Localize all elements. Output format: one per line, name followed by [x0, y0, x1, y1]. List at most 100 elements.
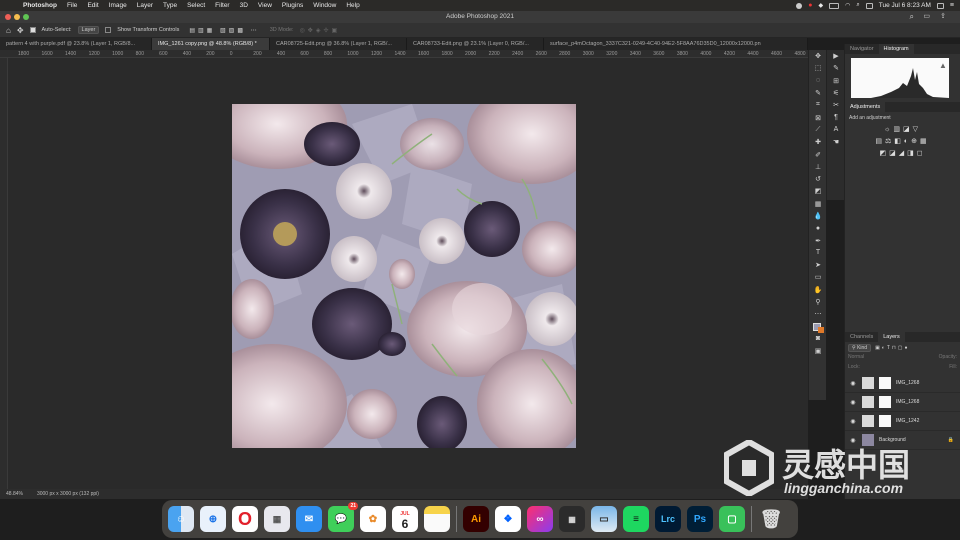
properties-icon[interactable]: ⚟ [827, 87, 845, 99]
layer-name[interactable]: IMG_1242 [896, 418, 919, 424]
align-icons[interactable]: ▤▥▦ ▧▨▩ ⋯ [189, 27, 259, 34]
menu-select[interactable]: Select [182, 2, 210, 9]
tab-document[interactable]: pattern 4 with purple.pdf @ 23.8% (Layer… [0, 38, 152, 50]
wifi-icon[interactable]: ◠ [845, 2, 850, 9]
dropbox-icon[interactable]: ❖ [495, 506, 521, 532]
layer-kind-filter[interactable]: ⚲ Kind [848, 344, 872, 352]
menu-image[interactable]: Image [104, 2, 132, 9]
play-icon[interactable]: ▶ [827, 50, 845, 62]
document-canvas[interactable] [232, 104, 576, 448]
menu-3d[interactable]: 3D [235, 2, 253, 9]
menu-plugins[interactable]: Plugins [277, 2, 308, 9]
eraser-tool-icon[interactable]: ◩ [809, 185, 827, 197]
mail-icon[interactable]: ✉ [296, 506, 322, 532]
zoom-tool-icon[interactable]: ⚲ [809, 296, 827, 308]
rectangle-tool-icon[interactable]: ▭ [809, 271, 827, 283]
more-tools-icon[interactable]: ⋯ [809, 308, 827, 320]
clone-stamp-tool-icon[interactable]: ⊥ [809, 161, 827, 173]
layer-mask-thumbnail[interactable] [879, 377, 891, 389]
dodge-tool-icon[interactable]: ● [809, 222, 827, 234]
menu-view[interactable]: View [253, 2, 277, 9]
tab-channels[interactable]: Channels [845, 332, 878, 342]
facetime-icon[interactable]: ▢ [719, 506, 745, 532]
menu-type[interactable]: Type [158, 2, 182, 9]
eye-icon[interactable]: ◉ [849, 399, 857, 406]
move-tool-icon[interactable]: ✥ [809, 50, 827, 62]
share-icon[interactable]: ⇪ [940, 11, 946, 23]
show-transform-checkbox[interactable] [105, 27, 112, 33]
creative-cloud-status-icon[interactable]: ● [808, 2, 812, 9]
layer-name[interactable]: IMG_1268 [896, 399, 919, 405]
workspace-icon[interactable]: ▭ [923, 11, 930, 23]
path-selection-tool-icon[interactable]: ➤ [809, 259, 827, 271]
battery-icon[interactable] [829, 2, 840, 9]
safari-icon[interactable]: ⊕ [200, 506, 226, 532]
quick-mask-icon[interactable]: ◙ [809, 333, 827, 345]
menu-window[interactable]: Window [308, 2, 341, 9]
lightroom-icon[interactable]: Lrc [655, 506, 681, 532]
menu-help[interactable]: Help [341, 2, 364, 9]
adjustment-icons-row-1[interactable]: ☼▥◪▽ [849, 125, 956, 133]
display-icon[interactable] [936, 2, 944, 9]
ruler-vertical[interactable] [0, 58, 8, 489]
paragraph-icon[interactable]: ¶ [827, 111, 845, 123]
eyedropper-tool-icon[interactable]: ⟋ [809, 124, 827, 136]
fill-label[interactable]: Fill: [949, 364, 957, 374]
frame-tool-icon[interactable]: ⊠ [809, 111, 827, 123]
menu-list-icon[interactable]: ≡ [950, 2, 954, 9]
tab-document[interactable]: CAR08733-Edit.png @ 23.1% (Layer 0, RGB/… [407, 38, 544, 50]
hand-tool-icon[interactable]: ✋ [809, 284, 827, 296]
close-window-button[interactable] [5, 14, 11, 20]
layer-row[interactable]: ◉ IMG_1242 [845, 412, 960, 431]
tab-document[interactable]: surface_p4mOctagon_3337C321-0249-4C40-94… [544, 38, 808, 50]
history-brush-tool-icon[interactable]: ↺ [809, 173, 827, 185]
maximize-window-button[interactable] [23, 14, 29, 20]
glyphs-icon[interactable]: ✂ [827, 99, 845, 111]
layer-row[interactable]: ◉ IMG_1268 [845, 374, 960, 393]
status-icon[interactable] [796, 2, 803, 9]
move-tool-icon[interactable]: ✥ [17, 26, 24, 35]
layer-row[interactable]: ◉ IMG_1268 [845, 393, 960, 412]
zoom-level[interactable]: 48.84% [6, 491, 23, 497]
dropbox-status-icon[interactable]: ◆ [819, 2, 824, 9]
tab-adjustments[interactable]: Adjustments [845, 102, 886, 112]
blend-mode[interactable]: Normal [848, 354, 864, 364]
opacity-label[interactable]: Opacity: [939, 354, 957, 364]
menu-edit[interactable]: Edit [82, 2, 103, 9]
tab-navigator[interactable]: Navigator [845, 44, 879, 54]
crop-tool-icon[interactable]: ⌗ [809, 99, 827, 111]
artboard-tool-icon[interactable]: ⬚ [809, 62, 827, 74]
spotify-icon[interactable]: ≡ [623, 506, 649, 532]
gradient-tool-icon[interactable]: ▦ [809, 198, 827, 210]
layer-name[interactable]: IMG_1268 [896, 380, 919, 386]
quick-select-tool-icon[interactable]: ✎ [809, 87, 827, 99]
minimize-window-button[interactable] [14, 14, 20, 20]
lock-label[interactable]: Lock: [848, 364, 860, 374]
tab-document[interactable]: CAR08725-Edit.png @ 36.8% (Layer 1, RGB/… [270, 38, 407, 50]
adjustment-icons-row-3[interactable]: ◩◪◢◨◻ [849, 149, 956, 157]
blur-tool-icon[interactable]: 💧 [809, 210, 827, 222]
brush-settings-icon[interactable]: ✎ [827, 62, 845, 74]
menu-layer[interactable]: Layer [132, 2, 158, 9]
photos-icon[interactable]: ✿ [360, 506, 386, 532]
healing-brush-tool-icon[interactable]: ✚ [809, 136, 827, 148]
photoshop-icon[interactable]: Ps [687, 506, 713, 532]
menu-filter[interactable]: Filter [210, 2, 234, 9]
brush-tool-icon[interactable]: ✐ [809, 148, 827, 160]
opera-icon[interactable]: O [232, 506, 258, 532]
screen-mode-icon[interactable]: ▣ [809, 345, 827, 357]
search-icon[interactable]: ⌕ [910, 11, 914, 23]
creative-cloud-icon[interactable]: ∞ [527, 506, 553, 532]
notes-icon[interactable] [424, 506, 450, 532]
preview-icon[interactable]: ▭ [591, 506, 617, 532]
lasso-tool-icon[interactable]: ◌ [809, 75, 827, 87]
tab-layers[interactable]: Layers [878, 332, 905, 342]
layer-filter-icons[interactable]: ▣◐T⊓▢● [875, 345, 909, 351]
color-swatches-icon[interactable] [809, 321, 827, 333]
calculator-icon[interactable]: ▦ [559, 506, 585, 532]
search-icon[interactable]: ⌕ [856, 2, 859, 9]
menu-app-photoshop[interactable]: Photoshop [18, 2, 62, 9]
calendar-icon[interactable]: JUL 6 [392, 506, 418, 532]
libraries-icon[interactable]: ⊞ [827, 75, 845, 87]
eye-icon[interactable]: ◉ [849, 418, 857, 425]
